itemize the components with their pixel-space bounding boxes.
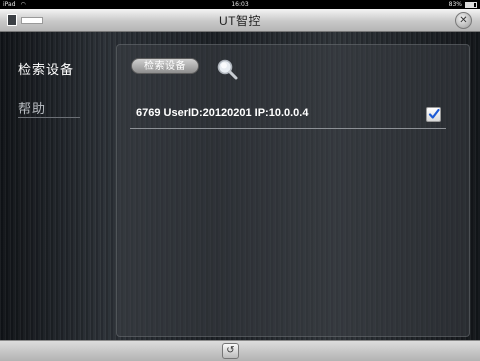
list-divider [130, 128, 446, 129]
title-bar: UT智控 ✕ [0, 9, 480, 32]
status-bar: iPad ◠ 16:03 83% [0, 0, 480, 9]
battery-percent: 83% [448, 1, 462, 8]
sidebar-item-help[interactable]: 帮助 [18, 98, 46, 117]
device-list-item[interactable]: 6769 UserID:20120201 IP:10.0.0.4 [130, 104, 446, 129]
device-info: 6769 UserID:20120201 IP:10.0.0.4 [136, 107, 309, 119]
scan-devices-button[interactable]: 检索设备 [131, 58, 199, 74]
close-icon[interactable]: ✕ [455, 12, 472, 29]
main-panel [116, 44, 470, 337]
bottom-toolbar: ↺ [0, 340, 480, 361]
back-arrow-icon[interactable]: ↺ [222, 343, 239, 359]
sidebar-item-search-devices[interactable]: 检索设备 [18, 59, 74, 78]
checkmark-icon [428, 108, 440, 119]
battery-icon [465, 1, 477, 8]
status-time: 16:03 [231, 1, 249, 8]
sidebar-divider [18, 117, 80, 118]
search-icon[interactable] [215, 57, 239, 81]
page-title: UT智控 [219, 14, 261, 28]
device-checkbox[interactable] [426, 107, 441, 122]
